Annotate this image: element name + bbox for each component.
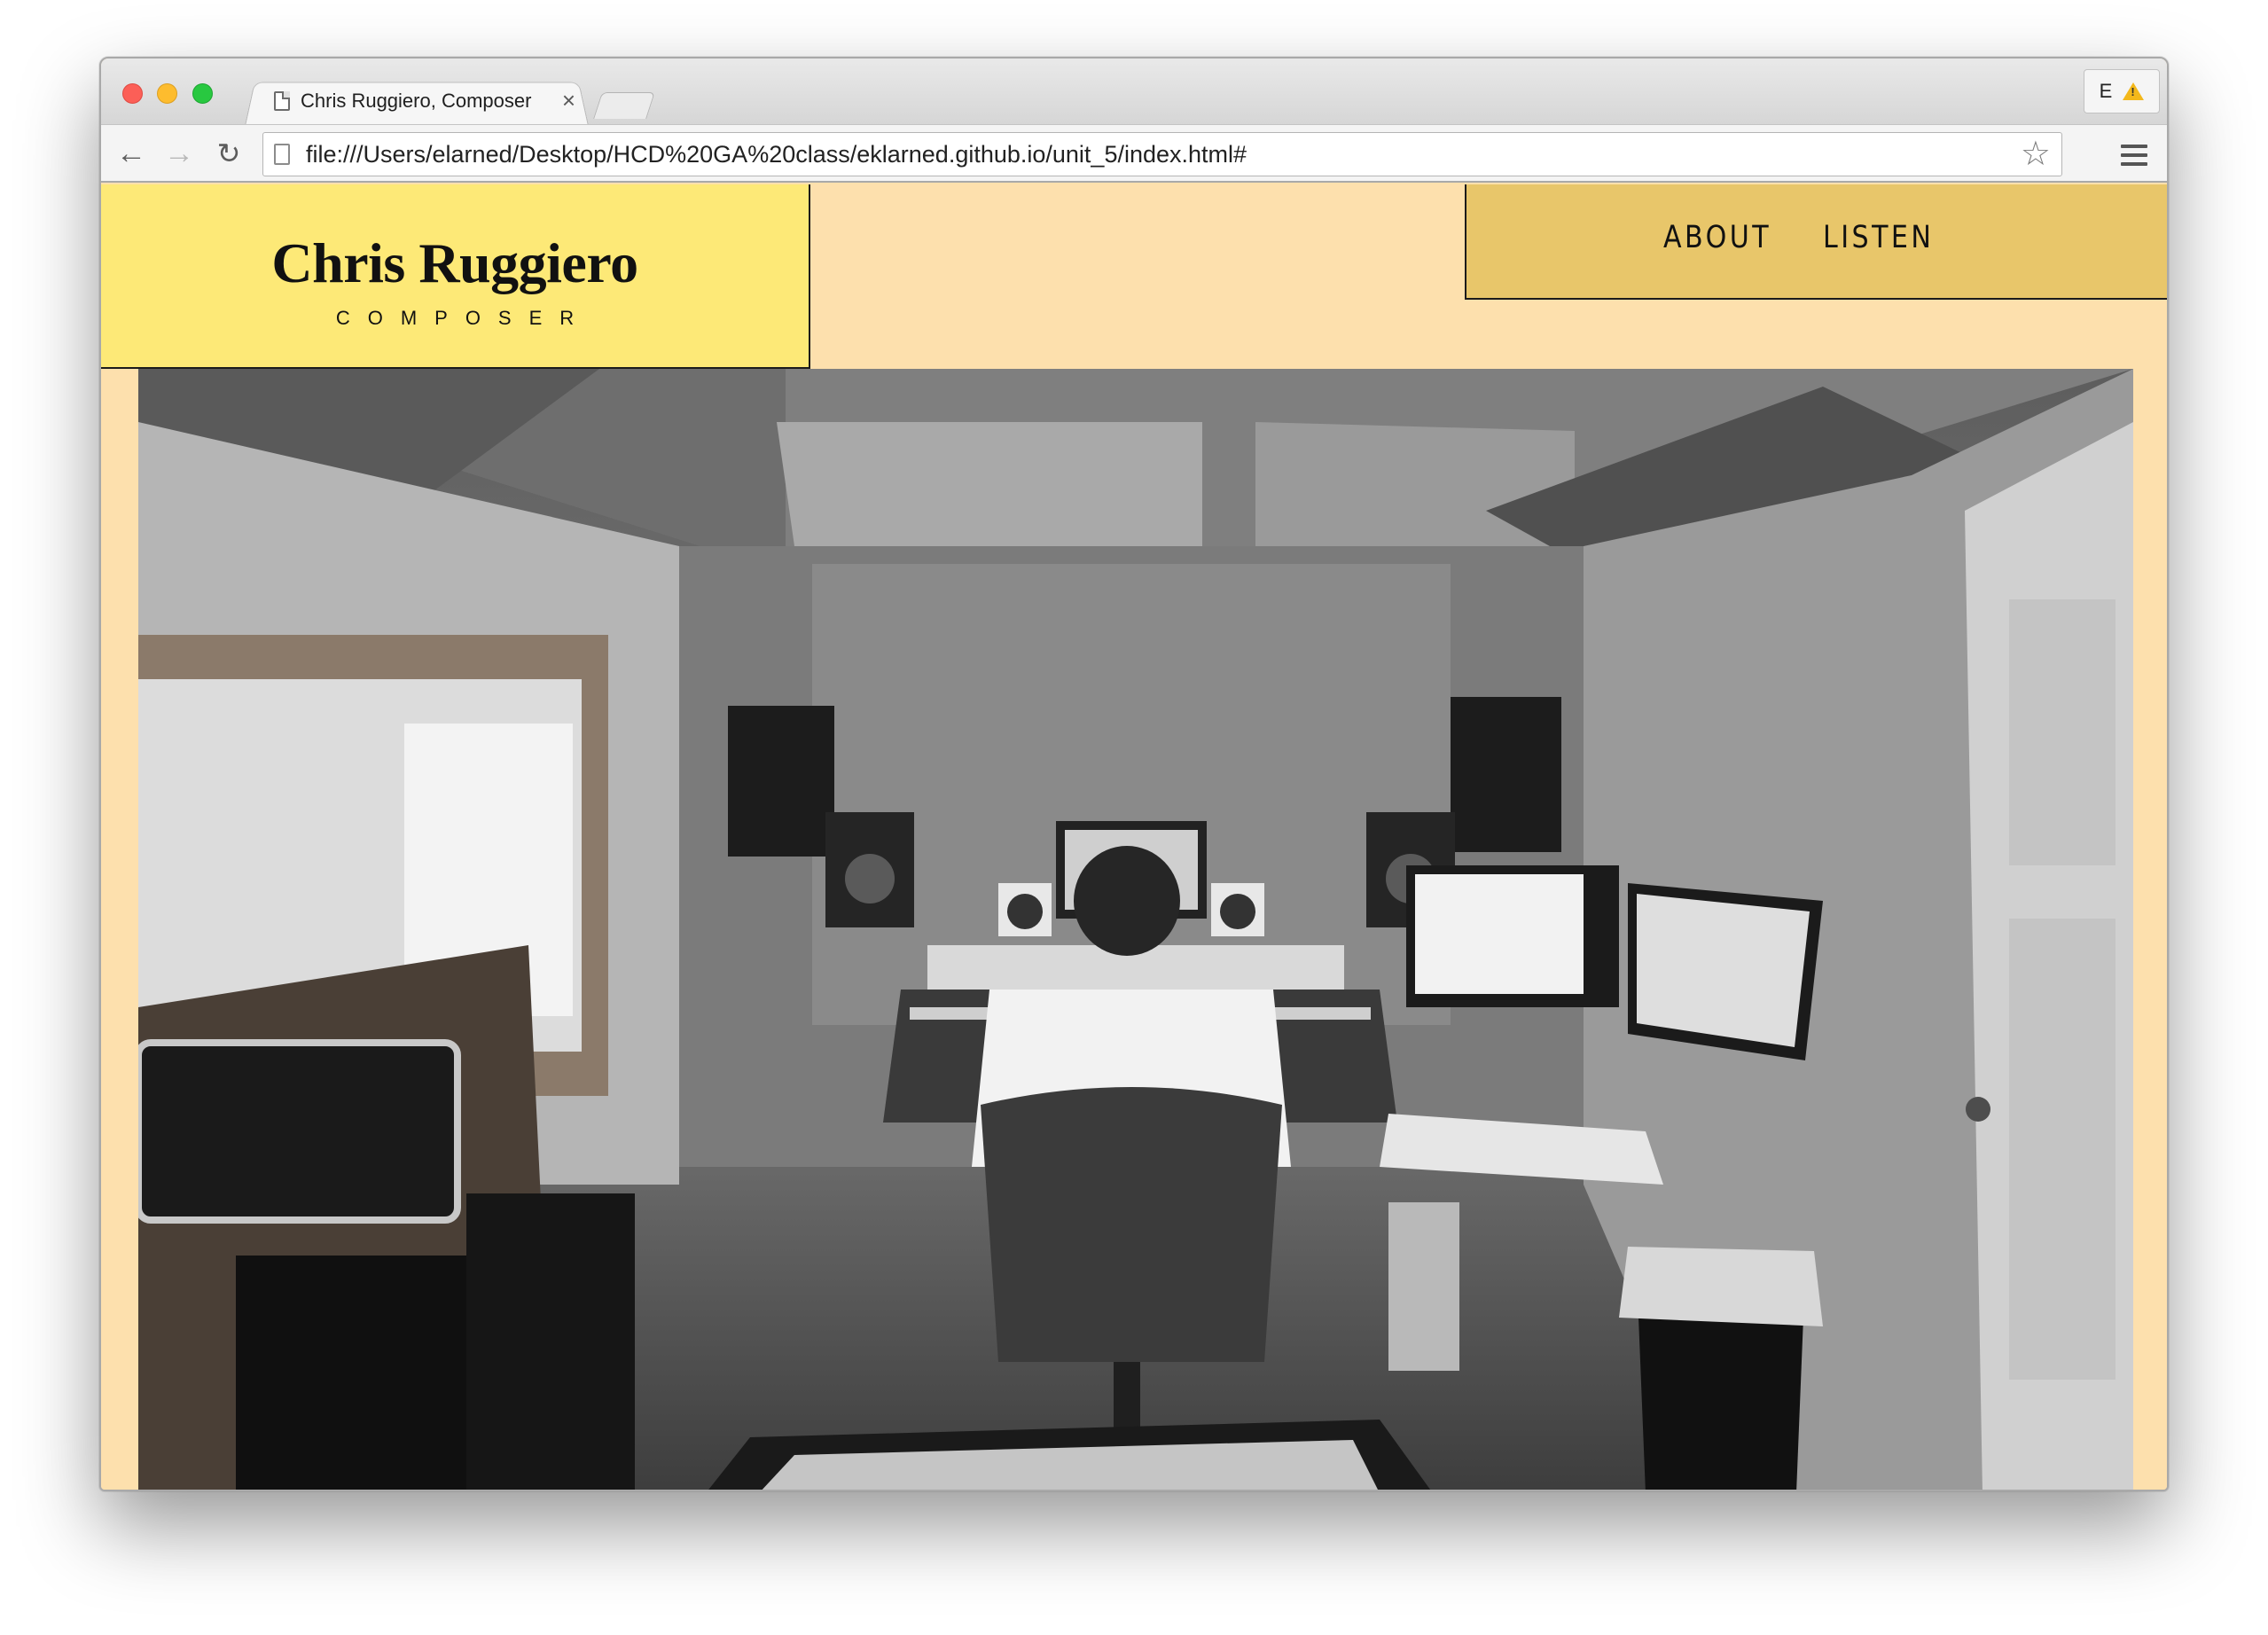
close-window-button[interactable] (122, 83, 143, 104)
zoom-window-button[interactable] (192, 83, 213, 104)
tab-active[interactable]: Chris Ruggiero, Composer × (256, 78, 593, 124)
hero-studio-photo (138, 369, 2133, 1490)
tab-close-icon[interactable]: × (562, 87, 575, 113)
page-viewport: Chris Ruggiero COMPOSER ABOUT LISTEN (101, 184, 2167, 1490)
site-brand[interactable]: Chris Ruggiero COMPOSER (101, 184, 810, 369)
tab-title: Chris Ruggiero, Composer (301, 90, 532, 112)
document-icon (274, 91, 290, 111)
page-icon (274, 144, 290, 165)
nav-link-listen[interactable]: LISTEN (1823, 220, 1934, 255)
forward-arrow-icon[interactable]: → (161, 136, 197, 171)
new-tab-button[interactable] (593, 92, 655, 119)
bookmark-star-icon[interactable]: ☆ (2021, 135, 2051, 174)
site-tagline: COMPOSER (335, 307, 592, 329)
back-arrow-icon[interactable]: ← (113, 136, 149, 171)
address-bar-url[interactable]: file:///Users/elarned/Desktop/HCD%20GA%2… (306, 133, 1247, 176)
minimize-window-button[interactable] (157, 83, 177, 104)
site-title: Chris Ruggiero (271, 231, 638, 294)
extension-label: E (2099, 80, 2113, 102)
extension-button[interactable]: E (2084, 69, 2160, 113)
reload-icon[interactable]: ↻ (211, 136, 246, 171)
nav-link-about[interactable]: ABOUT (1663, 220, 1771, 255)
browser-toolbar: ← → ↻ file:///Users/elarned/Desktop/HCD%… (101, 124, 2167, 183)
warning-icon (2123, 82, 2145, 100)
address-bar[interactable]: file:///Users/elarned/Desktop/HCD%20GA%2… (262, 132, 2062, 176)
site-nav: ABOUT LISTEN (1465, 184, 2167, 300)
tab-strip: Chris Ruggiero, Composer × E (101, 59, 2167, 126)
hamburger-menu-icon[interactable] (2121, 145, 2147, 166)
studio-photo-illustration (138, 369, 2133, 1490)
browser-window: Chris Ruggiero, Composer × E ← → ↻ file:… (99, 57, 2169, 1491)
